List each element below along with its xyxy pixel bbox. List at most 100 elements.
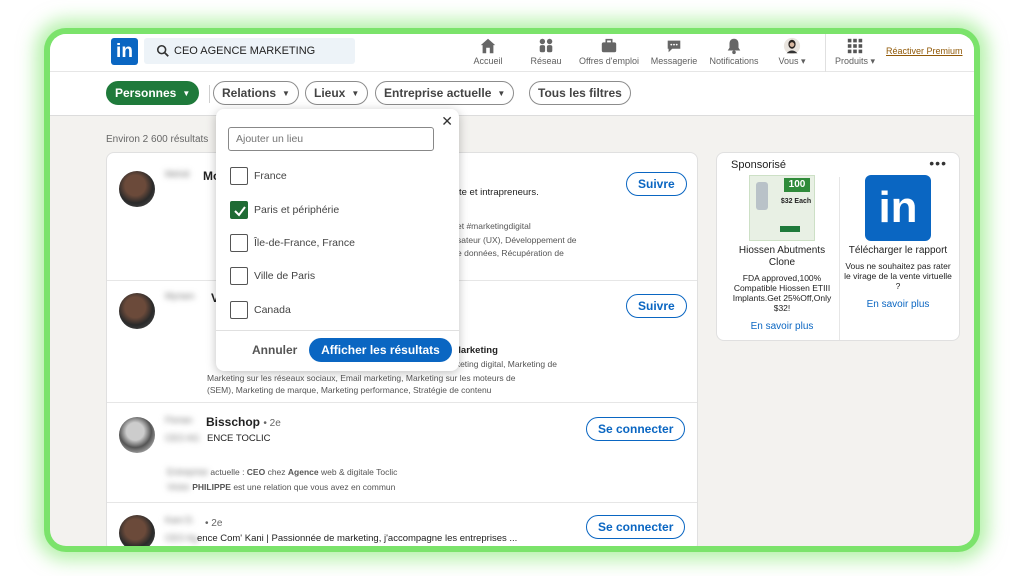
profile-headline: te et intrapreneurs. [459,187,539,198]
checkbox[interactable] [230,234,248,252]
bell-icon [727,38,741,55]
nav-products[interactable]: Produits ▾ [830,37,880,69]
linkedin-logo[interactable]: in [111,38,138,65]
learn-more-link[interactable]: En savoir plus [841,299,955,310]
ad-divider [839,177,840,340]
nav-home[interactable]: Accueil [471,37,505,69]
search-input[interactable] [174,38,349,64]
reactivate-premium-link[interactable]: Réactiver Premium [886,46,963,56]
profile-avatar[interactable] [119,293,155,329]
nav-notifications-label: Notifications [709,56,759,66]
result-count: Environ 2 600 résultats [106,134,209,145]
filter-divider [209,85,210,103]
network-icon [539,38,553,53]
add-location-input[interactable] [228,127,434,151]
ad-image: 100 $32 Each [749,175,815,241]
connection-degree: • 2e [205,518,223,529]
ad-hiossen[interactable]: 100 $32 Each Hiossen Abutments Clone FDA… [725,175,839,332]
top-navigation: in Accueil Réseau Of [50,34,974,72]
briefcase-icon [601,38,617,53]
filter-all-label: Tous les filtres [538,86,622,100]
profile-skills-more: Marketing sur les réseaux sociaux, Email… [207,373,516,383]
nav-divider [825,34,826,72]
connection-degree: • 2e [263,418,281,429]
message-icon [667,40,681,53]
caret-down-icon: ▼ [497,88,506,98]
grid-icon [847,38,863,54]
learn-more-link[interactable]: En savoir plus [725,321,839,332]
checkmark-icon [234,206,246,217]
option-label: France [254,170,287,182]
search-icon [156,44,169,57]
profile-avatar[interactable] [119,417,155,453]
filter-locations[interactable]: Lieux ▼ [305,81,369,105]
connect-button[interactable]: Se connecter [586,417,686,441]
filter-current-company[interactable]: Entreprise actuelle ▼ [375,81,515,105]
close-icon[interactable]: ✕ [441,113,453,130]
nav-me-label: Vous [778,56,799,66]
follow-button[interactable]: Suivre [626,294,687,318]
filter-bar: Personnes ▼ Relations ▼ Lieux ▼ Entreprise … [50,72,974,116]
more-options-icon[interactable]: ••• [929,155,947,171]
checkbox[interactable] [230,267,248,285]
profile-avatar[interactable] [119,171,155,207]
nav-messaging-label: Messagerie [650,56,698,66]
option-label: Paris et périphérie [254,204,340,216]
filter-relations-label: Relations [222,86,277,100]
profile-avatar[interactable] [119,515,155,546]
follow-button[interactable]: Suivre [626,172,687,196]
mutual-connection: Victor PHILIPPE est une relation que vou… [167,482,396,492]
nav-me[interactable]: Vous ▾ [774,37,810,69]
checkbox[interactable] [230,167,248,185]
sponsored-label: Sponsorisé [731,159,787,171]
nav-products-label: Produits [834,56,868,66]
filter-current-company-label: Entreprise actuelle [384,86,492,100]
show-results-button[interactable]: Afficher les résultats [309,338,452,362]
nav-jobs-label: Offres d'emploi [578,56,640,66]
profile-name[interactable]: Bisschop [206,415,260,429]
result-row[interactable]: Florian Bisschop • 2e CEO AG ENCE TOCLIC… [107,403,697,503]
checkbox-checked[interactable] [230,201,248,219]
profile-headline: ence Com' Kani | Passionnée de marketing… [197,533,518,544]
ad-description: FDA approved,100% Compatible Hiossen ETI… [732,273,832,313]
checkbox[interactable] [230,301,248,319]
dropdown-footer-divider [216,330,459,331]
filter-people[interactable]: Personnes ▼ [106,81,200,105]
connect-button[interactable]: Se connecter [586,515,686,539]
profile-skills: sateur (UX), Développement de [457,235,577,245]
search-bar[interactable] [144,38,355,64]
nav-jobs[interactable]: Offres d'emploi [576,37,642,69]
nav-notifications[interactable]: Notifications [706,37,762,69]
filter-relations[interactable]: Relations ▼ [213,81,299,105]
profile-headline: ENCE TOCLIC [207,433,271,444]
nav-network[interactable]: Réseau [528,37,564,69]
linkedin-ad-logo: in [865,175,931,241]
option-label: Canada [254,304,291,316]
result-row[interactable]: Kani D. • 2e CEO Ag ence Com' Kani | Pas… [107,503,697,546]
profile-summary: et #marketingdigital [457,221,531,231]
ad-linkedin-report[interactable]: in Télécharger le rapport Vous ne souhai… [841,175,955,310]
ad-title: Télécharger le rapport [848,245,948,256]
sponsored-card: Sponsorisé ••• 100 $32 Each Hiossen Abut… [716,152,960,341]
filter-people-label: Personnes [115,86,177,100]
avatar [783,37,801,55]
home-icon [480,38,496,54]
caret-down-icon: ▼ [351,88,360,98]
caret-down-icon: ▼ [282,88,290,98]
nav-network-label: Réseau [530,56,562,66]
cancel-button[interactable]: Annuler [252,343,297,357]
nav-home-label: Accueil [473,56,503,66]
filter-locations-label: Lieux [314,86,346,100]
filter-all[interactable]: Tous les filtres [529,81,631,105]
profile-skills: rketing digital, Marketing de [453,359,557,369]
ad-description: Vous ne souhaitez pas rater le virage de… [844,261,952,291]
implant-icon [756,182,768,210]
price-badge: 100 [784,178,810,192]
profile-skills-more: e données, Récupération de [457,248,564,258]
option-label: Île-de-France, France [254,237,355,249]
ad-price: $32 Each [780,198,812,205]
location-filter-dropdown: ✕ France Paris et périphérie Île-de-Fran… [216,109,459,371]
profile-skills-extra: (SEM), Marketing de marque, Marketing pe… [207,385,492,395]
option-label: Ville de Paris [254,270,316,282]
nav-messaging[interactable]: Messagerie [648,37,700,69]
